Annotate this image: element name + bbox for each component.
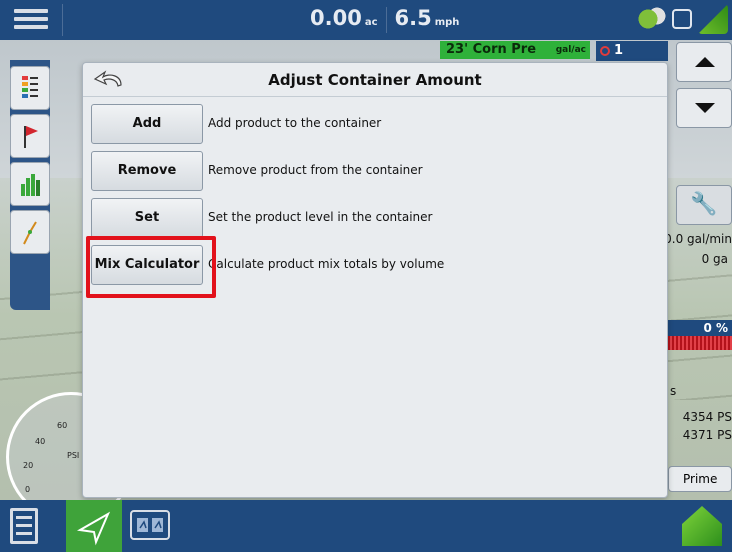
area-value: 0.00	[310, 6, 362, 30]
product-name: 23' Corn Pre	[446, 42, 537, 57]
pressure-readout-1: 4354 PS	[682, 410, 732, 424]
layers-tool-button[interactable]	[10, 66, 50, 110]
guidance-tool-button[interactable]	[10, 210, 50, 254]
level-bar	[668, 336, 732, 350]
speed-value: 6.5	[394, 6, 432, 30]
action-row-set: Set Set the product level in the contain…	[91, 198, 651, 238]
bottom-bar	[0, 500, 732, 552]
gauge-tick: 0	[25, 485, 31, 494]
up-arrow-icon	[695, 57, 715, 67]
guidance-line-icon	[23, 221, 37, 245]
alarm-indicator[interactable]: 1	[596, 41, 668, 61]
remove-button[interactable]: Remove	[91, 151, 203, 191]
product-bar[interactable]: 23' Corn Pre gal/ac	[440, 41, 590, 59]
navigation-icon[interactable]	[66, 500, 122, 552]
home-icon[interactable]	[682, 506, 722, 546]
gauge-unit: PSI	[67, 451, 80, 460]
prime-label: Prime	[683, 472, 718, 486]
top-divider	[62, 4, 63, 36]
action-row-remove: Remove Remove product from the container	[91, 151, 651, 191]
flag-icon	[24, 126, 38, 148]
gauge-tick: 60	[57, 421, 68, 430]
status-icons	[636, 4, 728, 34]
mix-calculator-description: Calculate product mix totals by volume	[208, 257, 445, 271]
layers-icon	[22, 76, 38, 98]
flag-tool-button[interactable]	[10, 114, 50, 158]
action-row-add: Add Add product to the container	[91, 104, 651, 144]
set-button[interactable]: Set	[91, 198, 203, 238]
area-speed-readout: 0.00 ac 6.5 mph	[310, 6, 467, 34]
gauge-tick: 20	[23, 461, 34, 470]
readout-divider	[385, 7, 387, 33]
alarm-icon	[600, 46, 610, 56]
add-description: Add product to the container	[208, 116, 382, 130]
prime-button[interactable]: Prime	[668, 466, 732, 492]
add-button[interactable]: Add	[91, 104, 203, 144]
set-description: Set the product level in the container	[208, 210, 433, 224]
panel-label: s	[670, 384, 677, 398]
volume-text: 0 ga	[701, 252, 728, 266]
area-unit: ac	[364, 17, 378, 28]
percent-bar: 0 %	[668, 320, 732, 336]
dialog-header: Adjust Container Amount	[83, 63, 667, 97]
gps-icon[interactable]	[698, 4, 728, 34]
bar-chart-icon	[21, 174, 40, 196]
product-rate-unit: gal/ac	[555, 45, 586, 55]
down-arrow-icon	[695, 103, 715, 113]
top-bar: 0.00 ac 6.5 mph	[0, 0, 732, 40]
highlight-box	[86, 236, 216, 298]
chart-tool-button[interactable]	[10, 162, 50, 206]
menu-icon[interactable]	[14, 6, 48, 34]
rate-down-button[interactable]	[676, 88, 732, 128]
gauge-tick: 40	[35, 437, 46, 446]
rate-up-button[interactable]	[676, 42, 732, 82]
document-icon[interactable]	[10, 508, 38, 544]
wrench-icon[interactable]: 🔧	[676, 185, 732, 225]
flow-rate-text: 0.0 gal/min	[664, 232, 732, 246]
dialog-title: Adjust Container Amount	[268, 71, 482, 89]
display-status-icon[interactable]	[672, 9, 692, 29]
ag-status-icon[interactable]	[636, 4, 666, 34]
map-view-icon[interactable]	[130, 510, 170, 540]
pressure-readout-2: 4371 PS	[682, 428, 732, 442]
speed-unit: mph	[434, 17, 460, 28]
alarm-count: 1	[614, 43, 624, 58]
left-toolbar	[10, 60, 50, 310]
remove-description: Remove product from the container	[208, 163, 423, 177]
